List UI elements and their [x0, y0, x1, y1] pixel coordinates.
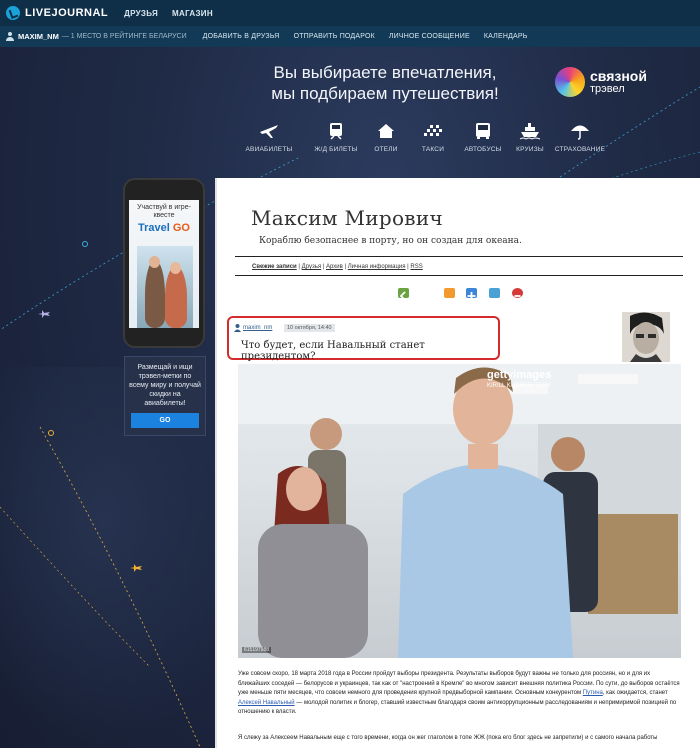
nav-profile[interactable]: Личная информация — [348, 264, 406, 270]
category-label: АВИАБИЛЕТЫ — [245, 146, 293, 153]
post-date[interactable]: 10 октября, 14:40 — [284, 324, 335, 332]
journal-page: Максим Мирович Кораблю безопаснее в порт… — [217, 178, 700, 748]
go-button[interactable]: GO — [131, 413, 199, 428]
send-gift-link[interactable]: ОТПРАВИТЬ ПОДАРОК — [294, 33, 375, 40]
nav-friends[interactable]: ДРУЗЬЯ — [124, 9, 158, 18]
logo-text: LIVEJOURNAL — [25, 7, 109, 19]
add-icon[interactable] — [466, 288, 477, 300]
promo-line-1: Вы выбираете впечатления, — [273, 63, 497, 82]
ship-icon — [519, 123, 541, 140]
journal-username[interactable]: MAXIM_NM — [18, 32, 59, 41]
plane-marker-icon — [130, 564, 142, 572]
brand-name: связной — [590, 67, 647, 84]
travel-go-ad-box: Размещай и ищи трэвел-метки по всему мир… — [124, 356, 206, 436]
nav-friends-link[interactable]: Друзья — [302, 264, 321, 270]
brand-ball-icon — [555, 67, 585, 97]
photo-credit: KIRILL KUDRYAVTSEV — [487, 383, 551, 389]
journal-user-bar: MAXIM_NM — 1 МЕСТО В РЕЙТИНГЕ БЕЛАРУСИ Д… — [0, 26, 700, 47]
map-marker — [48, 430, 54, 436]
livejournal-logo[interactable]: LIVEJOURNAL — [6, 6, 108, 20]
post-author[interactable]: maxim_nm — [243, 325, 272, 331]
navalny-link[interactable]: Алексей Навальный — [238, 700, 295, 706]
calendar-link[interactable]: КАЛЕНДАРЬ — [484, 33, 528, 40]
private-message-link[interactable]: ЛИЧНОЕ СООБЩЕНИЕ — [389, 33, 470, 40]
memories-icon[interactable] — [444, 288, 455, 298]
divider — [235, 256, 683, 257]
flag-icon[interactable] — [512, 288, 523, 298]
journal-subtitle: Кораблю безопаснее в порту, но он создан… — [259, 236, 522, 246]
phone-ad-photo — [137, 246, 193, 328]
phone-ad-text: Участвуй в игре-квесте — [137, 204, 191, 219]
category-insurance[interactable]: СТРАХОВАНИЕ — [550, 122, 610, 153]
nav-recent-entries[interactable]: Свежие записи — [252, 264, 297, 270]
promo-line-2: мы подбираем путешествия! — [271, 84, 499, 103]
journal-nav: Свежие записи | Друзья | Архив | Личная … — [252, 264, 423, 270]
category-flights[interactable]: АВИАБИЛЕТЫ — [239, 122, 299, 153]
phone-ad-brand: Travel GO — [138, 222, 190, 234]
nav-rss[interactable]: RSS — [410, 264, 422, 270]
putin-link[interactable]: Путина — [583, 690, 603, 696]
phone-screen: Участвуй в игре-квесте Travel GO — [129, 200, 199, 328]
top-navigation-bar: LIVEJOURNAL ДРУЗЬЯ МАГАЗИН — [0, 0, 700, 26]
user-icon — [6, 32, 14, 41]
photo-id: 615197988 — [242, 647, 272, 653]
svyaznoy-travel-logo[interactable]: связной трэвел — [555, 67, 647, 97]
bus-icon — [476, 123, 490, 139]
post-paragraph-2: Я слежу за Алексеем Навальным еще с того… — [238, 735, 658, 741]
user-icon — [234, 324, 241, 332]
post-paragraph-1: Уже совсем скоро, 18 марта 2018 года в Р… — [238, 671, 680, 715]
journal-rank: — 1 МЕСТО В РЕЙТИНГЕ БЕЛАРУСИ — [61, 33, 187, 40]
umbrella-icon — [571, 125, 589, 140]
divider — [235, 275, 683, 276]
add-friend-link[interactable]: ДОБАВИТЬ В ДРУЗЬЯ — [203, 33, 280, 40]
post-title[interactable]: Что будет, если Навальный станет президе… — [241, 340, 498, 362]
author-avatar[interactable] — [622, 312, 670, 362]
plane-marker-icon — [38, 310, 50, 318]
livejournal-pencil-icon — [6, 6, 20, 20]
taxi-checker-icon — [424, 125, 442, 136]
post-photo[interactable] — [238, 364, 681, 658]
map-marker — [82, 241, 88, 247]
nav-archive[interactable]: Архив — [326, 264, 343, 270]
nav-shop[interactable]: МАГАЗИН — [172, 9, 213, 18]
house-icon — [378, 124, 394, 138]
post-header-highlight: maxim_nm 10 октября, 14:40 Что будет, ес… — [227, 316, 500, 362]
brand-subname: трэвел — [590, 82, 625, 95]
train-icon — [330, 123, 342, 140]
airplane-icon — [260, 125, 278, 138]
getty-watermark: gettyimages — [487, 369, 552, 381]
tag-icon[interactable] — [489, 288, 500, 298]
journal-title[interactable]: Максим Мирович — [251, 206, 443, 230]
previous-entry-icon[interactable] — [398, 288, 409, 301]
promo-headline: Вы выбираете впечатления, мы подбираем п… — [250, 62, 520, 104]
category-label: СТРАХОВАНИЕ — [554, 146, 606, 153]
ad-box-text: Размещай и ищи трэвел-метки по всему мир… — [129, 364, 201, 407]
travel-go-phone-ad[interactable]: Участвуй в игре-квесте Travel GO — [123, 178, 205, 348]
